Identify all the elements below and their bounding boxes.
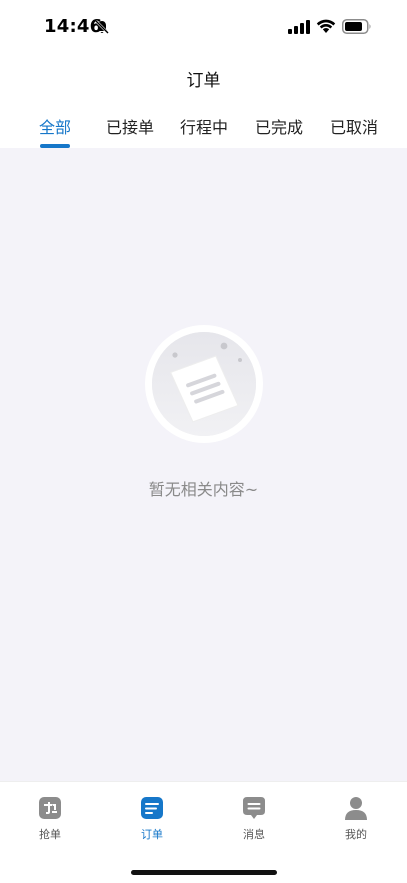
tabbar-item-grab-order[interactable]: 抢单 bbox=[20, 794, 80, 850]
grab-order-icon bbox=[39, 797, 61, 819]
home-indicator[interactable] bbox=[131, 870, 277, 875]
empty-state-message: 暂无相关内容~ bbox=[148, 480, 259, 499]
signal-icon bbox=[288, 20, 310, 34]
tab-completed[interactable]: 已完成 bbox=[255, 114, 303, 138]
bell-muted-icon bbox=[95, 20, 109, 34]
tabbar-label-grab-order: 抢单 bbox=[39, 828, 61, 841]
order-list-area: 暂无相关内容~ bbox=[0, 148, 407, 781]
order-status-tabs: 全部 已接单 行程中 已完成 已取消 bbox=[0, 104, 407, 148]
tabbar-label-messages: 消息 bbox=[243, 828, 265, 841]
tabbar-item-me[interactable]: 我的 bbox=[326, 794, 386, 850]
tab-cancelled[interactable]: 已取消 bbox=[330, 114, 378, 138]
tab-accepted[interactable]: 已接单 bbox=[106, 114, 154, 138]
tabbar-item-orders[interactable]: 订单 bbox=[122, 794, 182, 850]
message-icon bbox=[243, 797, 265, 819]
wifi-icon bbox=[316, 19, 336, 33]
tabbar-label-orders: 订单 bbox=[141, 828, 163, 841]
tab-in-progress[interactable]: 行程中 bbox=[180, 114, 228, 138]
page-title: 订单 bbox=[186, 71, 221, 91]
tabbar-label-me: 我的 bbox=[345, 828, 367, 841]
order-list-icon bbox=[141, 797, 163, 819]
bottom-tab-bar: 抢单 订单 消息 我的 bbox=[0, 781, 407, 883]
battery-icon bbox=[342, 19, 371, 34]
status-bar: 14:46 bbox=[0, 0, 407, 54]
tabbar-item-messages[interactable]: 消息 bbox=[224, 794, 284, 850]
user-icon bbox=[345, 797, 367, 820]
empty-document-illustration-icon bbox=[145, 325, 263, 443]
tab-all[interactable]: 全部 bbox=[39, 114, 71, 138]
